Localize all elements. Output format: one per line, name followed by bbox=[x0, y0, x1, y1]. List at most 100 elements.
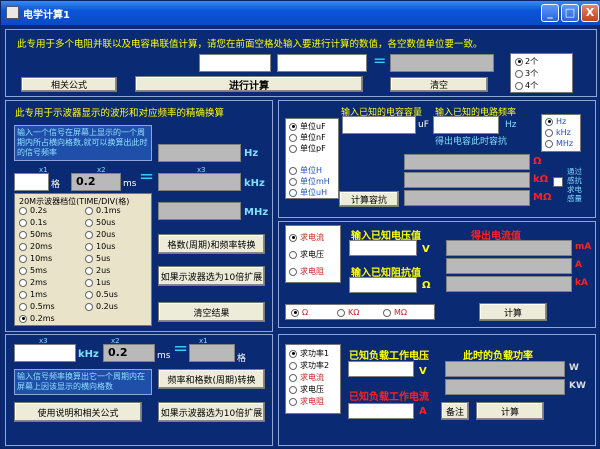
power-mode-2-radio[interactable] bbox=[289, 373, 297, 382]
ohm-mode-2-radio[interactable] bbox=[289, 267, 297, 276]
clear-button[interactable]: 清空 bbox=[390, 77, 488, 92]
calculate-button[interactable]: 进行计算 bbox=[135, 76, 363, 92]
res-unit-1-radio[interactable] bbox=[337, 308, 345, 317]
timebase-left-6-radio[interactable] bbox=[19, 278, 27, 287]
timebase-right-7[interactable]: 0.5us bbox=[85, 290, 118, 299]
freq-unit-0[interactable]: Hz bbox=[545, 117, 566, 126]
timebase-right-8[interactable]: 0.2us bbox=[85, 302, 118, 311]
inductor-checkbox[interactable] bbox=[553, 177, 563, 187]
count-radio-3[interactable] bbox=[515, 69, 523, 78]
ohm-resistance-input[interactable] bbox=[349, 277, 417, 293]
timebase-right-6-radio[interactable] bbox=[85, 278, 93, 287]
timebase-left-7[interactable]: 1ms bbox=[19, 290, 47, 299]
help-formula-button[interactable]: 使用说明和相关公式 bbox=[14, 402, 142, 422]
timebase-right-6[interactable]: 1us bbox=[85, 278, 110, 287]
power-mode-2[interactable]: 求电流 bbox=[289, 372, 324, 383]
timebase-left-4[interactable]: 10ms bbox=[19, 254, 52, 263]
timebase-right-5-radio[interactable] bbox=[85, 266, 93, 275]
count-radio-4[interactable] bbox=[515, 81, 523, 90]
timebase-left-4-radio[interactable] bbox=[19, 254, 27, 263]
timebase-left-0-radio[interactable] bbox=[19, 206, 27, 215]
count-option-4[interactable]: 4个 bbox=[515, 80, 538, 91]
timebase-left-8-radio[interactable] bbox=[19, 302, 27, 311]
timebase-left-3-radio[interactable] bbox=[19, 242, 27, 251]
ohm-calculate-button[interactable]: 计算 bbox=[479, 303, 547, 321]
timebase-right-2-radio[interactable] bbox=[85, 230, 93, 239]
capacitance-input[interactable] bbox=[342, 116, 416, 134]
power-mode-0[interactable]: 求功率1 bbox=[289, 348, 329, 359]
cap-unit-4-radio[interactable] bbox=[289, 177, 297, 186]
timebase-left-8[interactable]: 0.5ms bbox=[19, 302, 55, 311]
timebase-left-6[interactable]: 2ms bbox=[19, 278, 47, 287]
res-unit-1[interactable]: KΩ bbox=[337, 308, 359, 317]
timebase-right-3[interactable]: 10us bbox=[85, 242, 115, 251]
count-radio-2[interactable] bbox=[515, 57, 523, 66]
freq-khz-input[interactable] bbox=[14, 344, 76, 362]
timebase-right-2[interactable]: 20us bbox=[85, 230, 115, 239]
timebase-left-1-radio[interactable] bbox=[19, 218, 27, 227]
timebase-right-7-radio[interactable] bbox=[85, 290, 93, 299]
cap-unit-3[interactable]: 单位H bbox=[289, 165, 322, 176]
timebase-right-0-radio[interactable] bbox=[85, 206, 93, 215]
close-button[interactable]: X bbox=[581, 4, 599, 22]
power-mode-0-radio[interactable] bbox=[289, 349, 297, 358]
cap-unit-5-radio[interactable] bbox=[289, 188, 297, 197]
osc-grid-input[interactable] bbox=[14, 173, 49, 191]
res-unit-2[interactable]: MΩ bbox=[383, 308, 407, 317]
power-mode-4-radio[interactable] bbox=[289, 397, 297, 406]
timebase-left-1[interactable]: 0.1s bbox=[19, 218, 47, 227]
cap-unit-0[interactable]: 单位uF bbox=[289, 121, 326, 132]
cap-unit-2-radio[interactable] bbox=[289, 144, 297, 153]
cap-unit-2[interactable]: 单位pF bbox=[289, 143, 326, 154]
related-formula-button[interactable]: 相关公式 bbox=[21, 77, 117, 92]
freq-unit-0-radio[interactable] bbox=[545, 117, 553, 126]
osc-10x-expand-button[interactable]: 如果示波器选为10倍扩展 bbox=[158, 266, 265, 286]
timebase-right-1[interactable]: 50us bbox=[85, 218, 115, 227]
timebase-left-3[interactable]: 20ms bbox=[19, 242, 52, 251]
timebase-right-8-radio[interactable] bbox=[85, 302, 93, 311]
timebase-left-0[interactable]: 0.2s bbox=[19, 206, 47, 215]
ohm-voltage-input[interactable] bbox=[349, 240, 417, 256]
freq-unit-1-radio[interactable] bbox=[545, 128, 553, 137]
calculate-reactance-button[interactable]: 计算容抗 bbox=[339, 191, 399, 207]
power-voltage-input[interactable] bbox=[348, 361, 414, 377]
ohm-mode-0-radio[interactable] bbox=[289, 233, 297, 242]
power-mode-1[interactable]: 求功率2 bbox=[289, 360, 329, 371]
timebase-left-9-radio[interactable] bbox=[19, 314, 27, 323]
title-bar[interactable]: 电学计算1 _ □ X bbox=[1, 1, 600, 25]
timebase-left-5[interactable]: 5ms bbox=[19, 266, 47, 275]
osc-clear-result-button[interactable]: 清空结果 bbox=[158, 302, 265, 322]
cap-unit-0-radio[interactable] bbox=[289, 122, 297, 131]
timebase-left-2-radio[interactable] bbox=[19, 230, 27, 239]
ohm-mode-0[interactable]: 求电流 bbox=[289, 232, 324, 243]
res-unit-0-radio[interactable] bbox=[291, 308, 299, 317]
timebase-right-5[interactable]: 2us bbox=[85, 266, 110, 275]
parallel-input-2[interactable] bbox=[277, 54, 367, 72]
timebase-left-7-radio[interactable] bbox=[19, 290, 27, 299]
count-option-3[interactable]: 3个 bbox=[515, 68, 538, 79]
cap-unit-5[interactable]: 单位uH bbox=[289, 187, 327, 198]
ohm-mode-2[interactable]: 求电阻 bbox=[289, 266, 324, 277]
cap-unit-3-radio[interactable] bbox=[289, 166, 297, 175]
cap-unit-1[interactable]: 单位nF bbox=[289, 132, 326, 143]
parallel-input-1[interactable] bbox=[199, 54, 271, 72]
note-button[interactable]: 备注 bbox=[441, 402, 469, 420]
power-mode-1-radio[interactable] bbox=[289, 361, 297, 370]
grid-frequency-convert-button[interactable]: 格数(周期)和频率转换 bbox=[158, 234, 265, 254]
res-unit-0[interactable]: Ω bbox=[291, 308, 308, 317]
timebase-right-0[interactable]: 0.1ms bbox=[85, 206, 121, 215]
timebase-left-9[interactable]: 0.2ms bbox=[19, 314, 55, 323]
timebase-right-1-radio[interactable] bbox=[85, 218, 93, 227]
timebase-right-4[interactable]: 5us bbox=[85, 254, 110, 263]
minimize-button[interactable]: _ bbox=[541, 4, 559, 22]
freq-unit-1[interactable]: kHz bbox=[545, 128, 571, 137]
power-calculate-button[interactable]: 计算 bbox=[476, 402, 544, 420]
cap-unit-4[interactable]: 单位mH bbox=[289, 176, 330, 187]
power-mode-4[interactable]: 求电阻 bbox=[289, 396, 324, 407]
timebase-right-4-radio[interactable] bbox=[85, 254, 93, 263]
freq-unit-2-radio[interactable] bbox=[545, 139, 553, 148]
power-current-input[interactable] bbox=[348, 403, 414, 419]
frequency-input[interactable] bbox=[433, 116, 499, 134]
count-option-2[interactable]: 2个 bbox=[515, 56, 538, 67]
timebase-right-3-radio[interactable] bbox=[85, 242, 93, 251]
